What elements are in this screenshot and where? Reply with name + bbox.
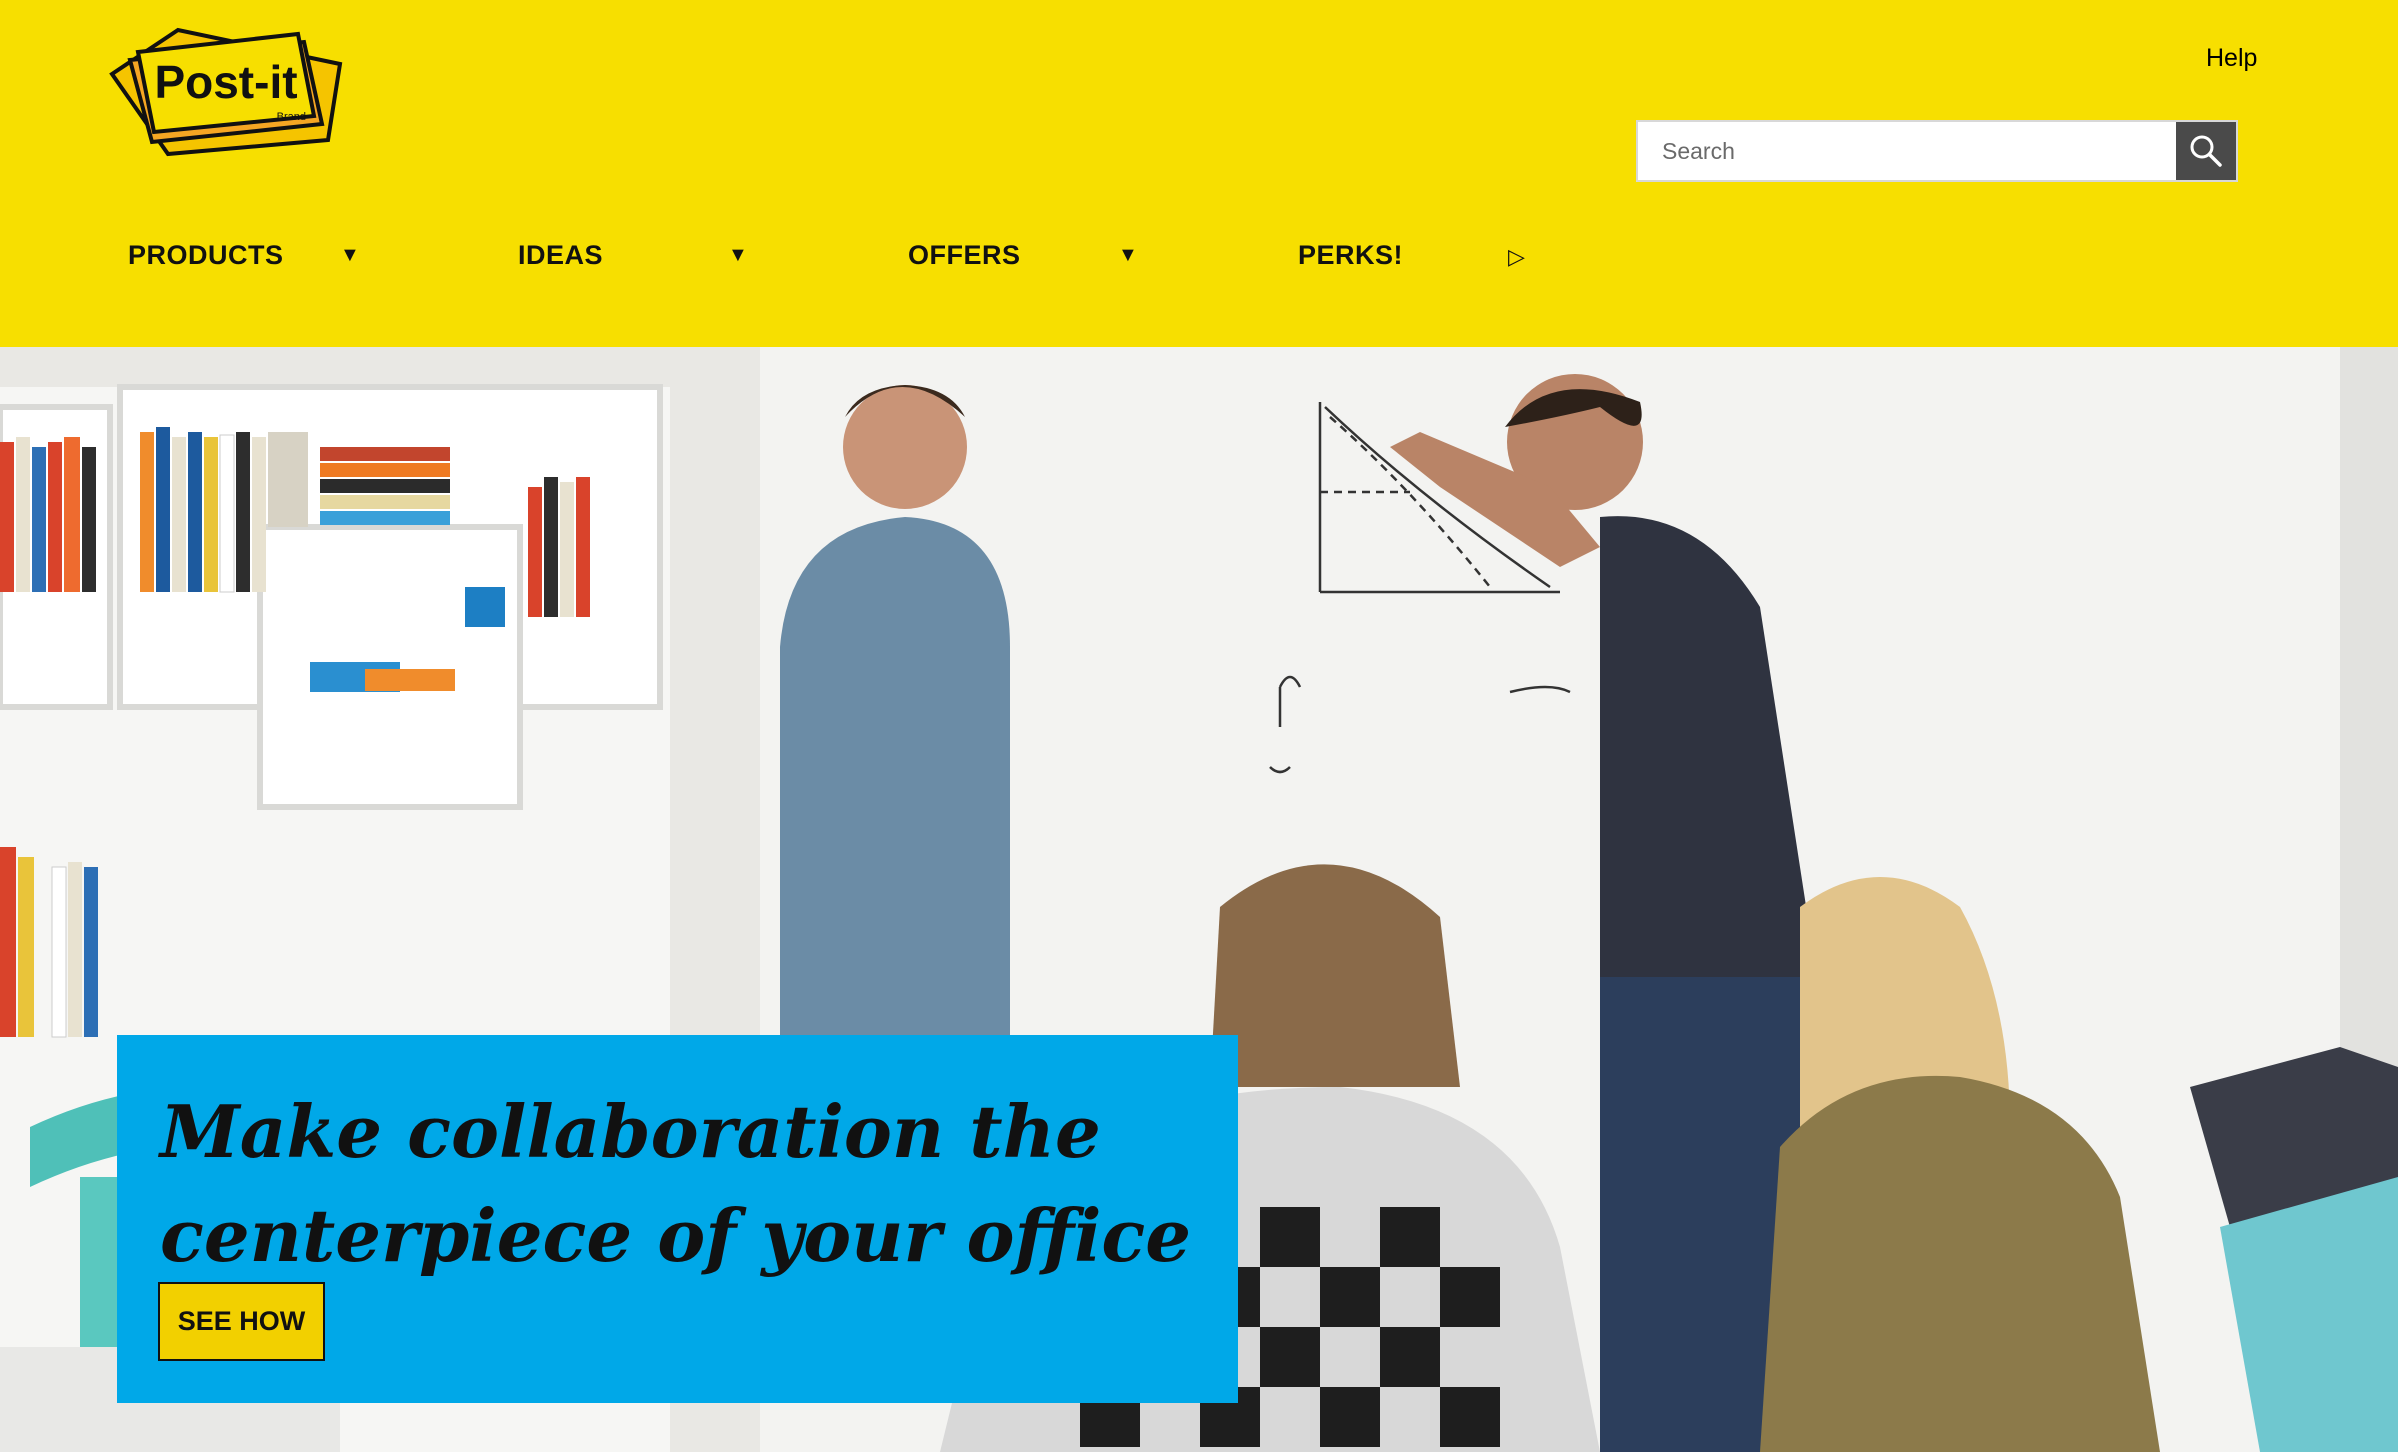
see-how-button[interactable]: SEE HOW xyxy=(158,1282,325,1361)
nav-item-ideas[interactable]: IDEAS ▼ xyxy=(518,230,758,280)
search-input[interactable] xyxy=(1638,122,2176,180)
nav-label: PRODUCTS xyxy=(128,239,284,270)
caret-down-icon: ▼ xyxy=(1118,244,1138,266)
nav-item-perks[interactable]: PERKS! ▷ xyxy=(1298,230,1538,280)
nav-label: IDEAS xyxy=(518,239,604,270)
post-it-logo[interactable]: Post-it Brand xyxy=(108,24,344,158)
hero-banner: Make collaboration the centerpiece of yo… xyxy=(0,347,2398,1452)
page: Post-it Brand Help PRODUCTS ▼ IDEAS ▼ xyxy=(0,0,2398,1452)
site-header: Post-it Brand Help PRODUCTS ▼ IDEAS ▼ xyxy=(0,0,2398,347)
nav-label: OFFERS xyxy=(908,239,1021,270)
logo-text: Post-it xyxy=(154,56,297,108)
caret-down-icon: ▼ xyxy=(728,244,748,266)
main-nav: PRODUCTS ▼ IDEAS ▼ OFFERS ▼ PERKS! ▷ xyxy=(0,230,2398,280)
logo-subtext: Brand xyxy=(277,111,306,123)
post-it-logo-icon: Post-it Brand xyxy=(109,27,343,157)
caret-down-icon: ▼ xyxy=(340,244,360,266)
search-button[interactable] xyxy=(2176,122,2236,180)
promo-title: Make collaboration the centerpiece of yo… xyxy=(160,1089,1192,1278)
search-box xyxy=(1636,120,2238,182)
nav-label: PERKS! xyxy=(1298,239,1404,270)
nav-item-products[interactable]: PRODUCTS ▼ xyxy=(128,230,368,280)
caret-right-icon: ▷ xyxy=(1508,244,1525,269)
promo-box: Make collaboration the centerpiece of yo… xyxy=(117,1035,1238,1403)
search-icon xyxy=(2190,135,2222,167)
help-link[interactable]: Help xyxy=(2206,44,2257,73)
nav-item-offers[interactable]: OFFERS ▼ xyxy=(908,230,1148,280)
